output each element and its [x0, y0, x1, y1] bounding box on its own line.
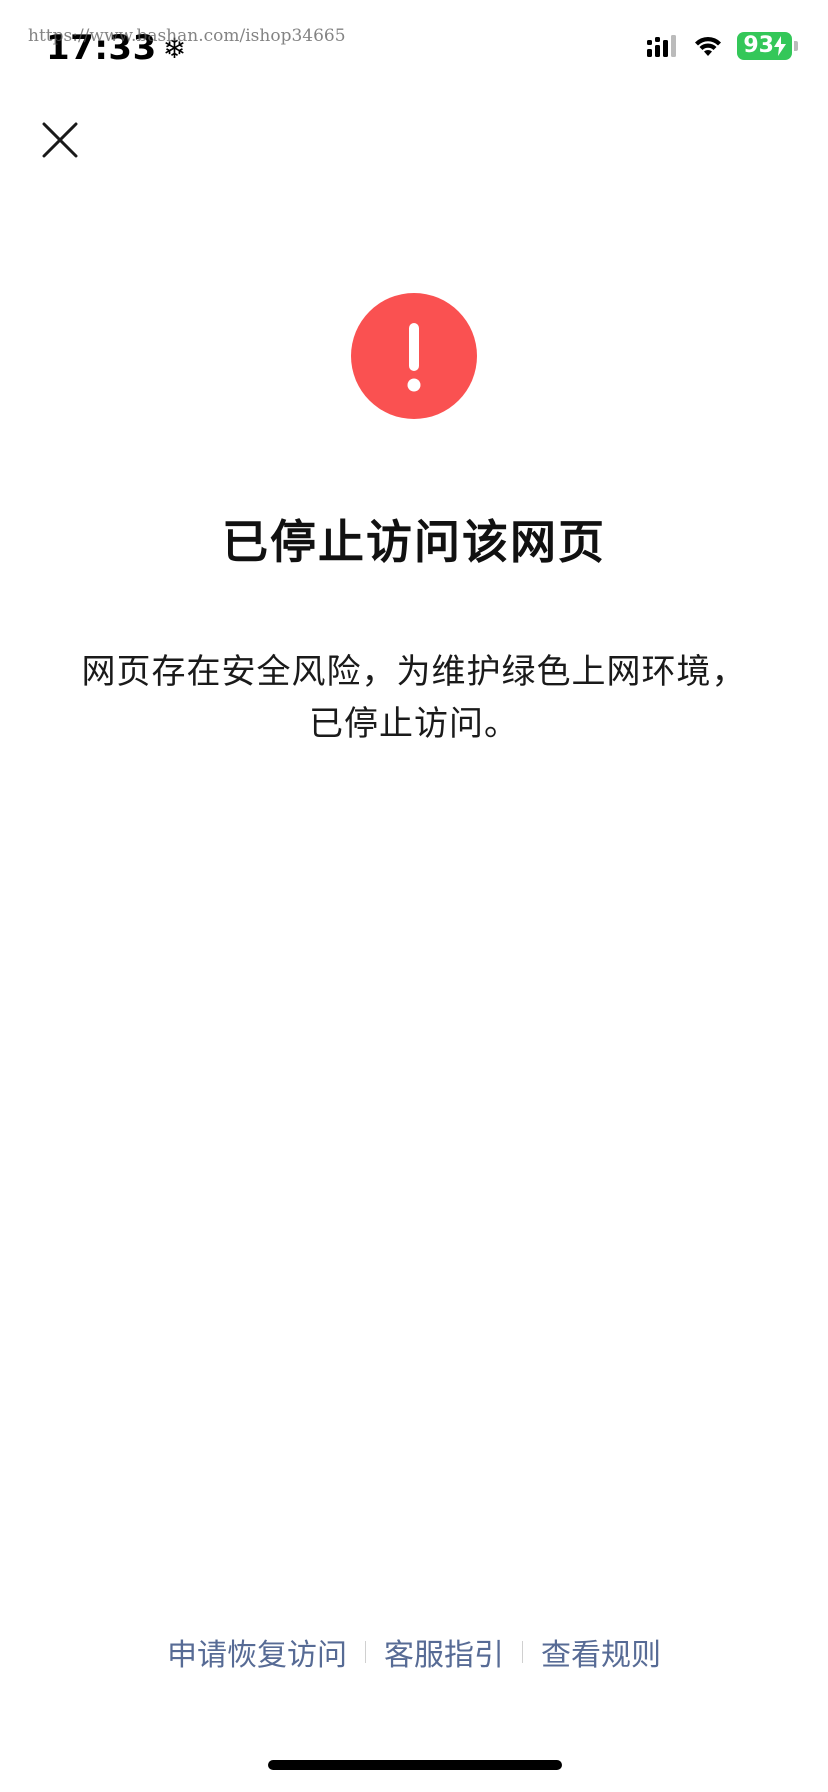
request-restore-access-link[interactable]: 申请恢复访问 — [163, 1630, 351, 1674]
exclamation-icon — [407, 323, 421, 392]
page-title: 已停止访问该网页 — [222, 515, 606, 569]
footer-links: 申请恢复访问 客服指引 查看规则 — [0, 1630, 828, 1674]
watermark-url: https://www.bashan.com/ishop34665 — [28, 26, 346, 46]
charging-bolt-icon — [774, 36, 786, 56]
close-icon — [42, 122, 78, 158]
status-bar: 17:33 ❄ https://www.bashan.com/ishop3466… — [0, 0, 828, 100]
status-icons: 93 — [647, 32, 798, 60]
wifi-icon — [695, 36, 722, 56]
warning-icon — [351, 293, 477, 419]
home-indicator[interactable] — [268, 1760, 562, 1770]
battery-level: 93 — [743, 33, 774, 58]
battery-indicator: 93 — [737, 32, 798, 60]
link-divider — [522, 1641, 523, 1663]
battery-nub — [794, 41, 798, 51]
warning-description: 网页存在安全风险，为维护绿色上网环境，已停止访问。 — [81, 652, 747, 744]
close-button[interactable] — [38, 118, 82, 162]
link-divider — [365, 1641, 366, 1663]
cellular-signal-icon — [647, 35, 677, 57]
battery-charging-icon: 93 — [737, 32, 792, 60]
customer-service-guide-link[interactable]: 客服指引 — [380, 1630, 508, 1674]
view-rules-link[interactable]: 查看规则 — [537, 1630, 665, 1674]
